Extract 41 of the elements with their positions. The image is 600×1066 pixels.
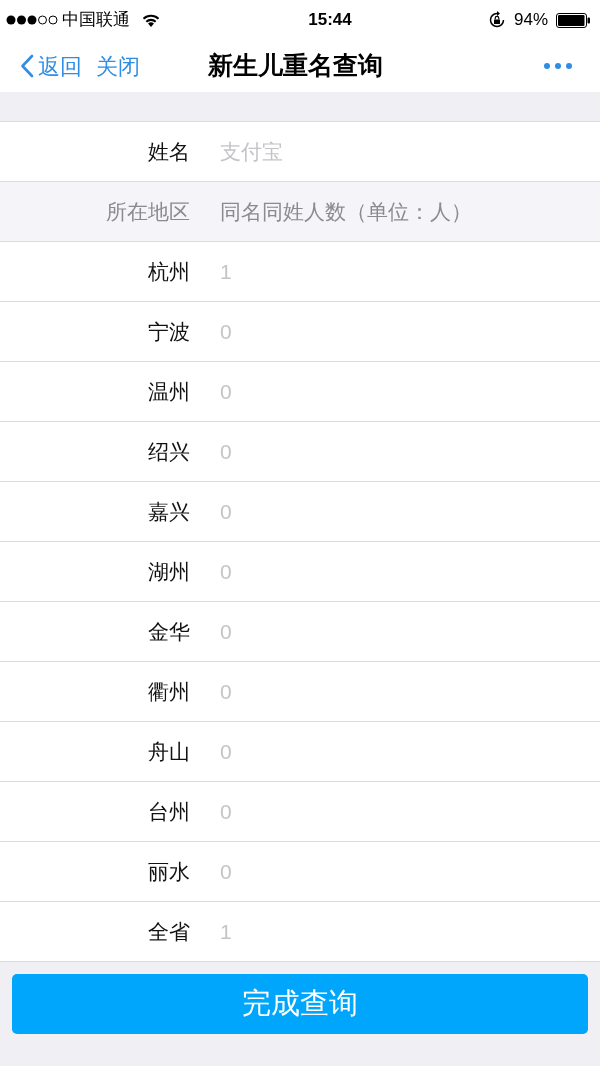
row-label: 台州 [148, 798, 190, 825]
row-label: 温州 [148, 378, 190, 405]
row-label: 丽水 [148, 858, 190, 885]
row-label: 宁波 [148, 318, 190, 345]
carrier-name: 中国联通 [62, 9, 130, 32]
column-header: 所在地区 [106, 198, 190, 225]
wifi-icon [142, 13, 160, 27]
row-value: 0 [220, 498, 232, 525]
column-header: 同名同姓人数（单位：人） [220, 198, 472, 225]
row-label: 舟山 [148, 738, 190, 765]
row-value: 支付宝 [220, 138, 283, 165]
more-icon [544, 63, 572, 69]
row-value: 1 [220, 918, 232, 945]
row-value: 0 [220, 678, 232, 705]
row-value: 0 [220, 738, 232, 765]
row-value: 0 [220, 798, 232, 825]
row-label: 姓名 [148, 138, 190, 165]
row-label: 嘉兴 [148, 498, 190, 525]
row-label: 全省 [148, 918, 190, 945]
battery-percentage: 94% [513, 9, 548, 32]
row-value: 0 [220, 558, 232, 585]
signal-strength-icon [6, 15, 58, 25]
back-button[interactable]: 返回 [20, 49, 82, 83]
row-value: 0 [220, 378, 232, 405]
row-value: 0 [220, 318, 232, 345]
row-label: 绍兴 [148, 438, 190, 465]
row-value: 1 [220, 258, 232, 285]
submit-button[interactable]: 完成查询 [12, 974, 588, 1034]
row-value: 0 [220, 858, 232, 885]
close-button[interactable]: 关闭 [96, 49, 140, 83]
chevron-left-icon [20, 54, 34, 78]
row-value: 0 [220, 618, 232, 645]
battery-icon [556, 12, 590, 28]
rotation-lock-icon [487, 11, 506, 29]
row-label: 金华 [148, 618, 190, 645]
row-label: 湖州 [148, 558, 190, 585]
row-label: 衢州 [148, 678, 190, 705]
page-title: 新生儿重名查询 [207, 50, 383, 82]
row-label: 杭州 [148, 258, 190, 285]
row-value: 0 [220, 438, 232, 465]
status-time: 15:44 [308, 9, 352, 32]
